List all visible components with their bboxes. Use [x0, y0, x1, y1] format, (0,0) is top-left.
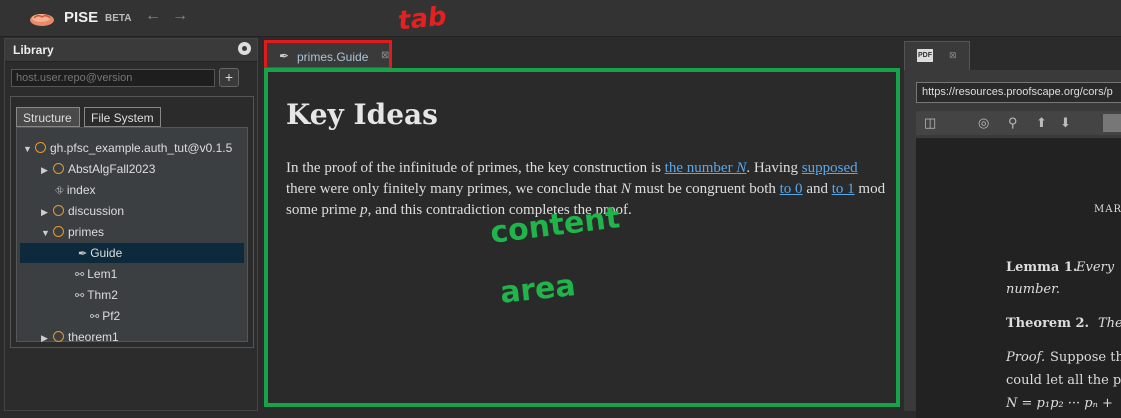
module-circle-icon	[53, 226, 64, 237]
text-segment: . Having	[746, 160, 802, 176]
pdf-tab-bar: PDF ⊠	[904, 38, 1121, 70]
math-var: p	[360, 202, 368, 218]
link-text: the number	[664, 160, 737, 176]
tree-item-discussion[interactable]: ▶ discussion	[41, 201, 124, 221]
pdf-theorem-text: The	[1098, 316, 1121, 331]
back-arrow-icon[interactable]: ←	[145, 7, 161, 25]
pdf-lemma-text-2: number.	[1006, 282, 1061, 297]
tree-item-label: AbstAlgFall2023	[68, 162, 156, 176]
tree-item-primes[interactable]: ▼ primes	[41, 222, 104, 242]
module-circle-icon	[53, 205, 64, 216]
tree-item-index[interactable]: ⛗ index	[55, 180, 96, 200]
tree-item-label: Thm2	[87, 288, 118, 302]
add-repo-button[interactable]: +	[219, 68, 239, 87]
deduction-icon: ⚯	[75, 290, 85, 302]
tree-item-pf2[interactable]: ⚯ Pf2	[90, 306, 120, 326]
module-circle-icon	[53, 331, 64, 342]
repo-input[interactable]	[11, 69, 215, 87]
module-circle-icon	[53, 163, 64, 174]
close-icon[interactable]: ⊠	[949, 50, 957, 61]
text-segment: there were only finitely many primes, we…	[286, 181, 621, 197]
pdf-theorem-label: Theorem 2.	[1006, 316, 1090, 331]
tree-item-theorem1[interactable]: ▶ theorem1	[41, 327, 119, 347]
chevron-down-icon[interactable]: ▼	[23, 139, 35, 159]
text-segment: and	[802, 181, 832, 197]
pdf-panel: PDF ⊠ https://resources.proofscape.org/c…	[904, 38, 1121, 418]
tree-item-label: index	[66, 183, 96, 197]
text-segment: In the proof of the infinitude of primes…	[286, 160, 665, 176]
library-header: Library	[5, 39, 257, 62]
annotation-tab: tab	[396, 1, 449, 37]
search-icon[interactable]: ⚲	[1008, 115, 1018, 131]
structure-tree: ▼ gh.pfsc_example.auth_tut@v0.1.5 ▶ AbstAl…	[16, 127, 248, 344]
chevron-down-icon[interactable]: ▼	[41, 223, 53, 243]
tab-primes-guide[interactable]: ✒ primes.Guide ⊠	[264, 40, 392, 70]
next-page-icon[interactable]: ⬇	[1060, 115, 1071, 131]
close-icon[interactable]: ⊠	[381, 50, 389, 61]
sidebar-toggle-icon[interactable]: ◫	[924, 115, 936, 131]
pdf-toolbar: ◫ ◎ ⚲ ⬆ ⬇	[916, 111, 1121, 135]
tab-structure[interactable]: Structure	[16, 107, 80, 127]
pdf-url-input[interactable]: https://resources.proofscape.org/cors/p	[916, 82, 1121, 103]
chevron-right-icon[interactable]: ▶	[41, 202, 53, 222]
pdf-proof-text-2: could let all the p	[1006, 373, 1121, 388]
pdf-proof-label: Proof.	[1006, 350, 1046, 365]
tab-label: primes.Guide	[297, 50, 369, 64]
structure-container: Structure File System ▼ gh.pfsc_example.a…	[10, 96, 254, 348]
tree-item-label: Guide	[90, 246, 123, 260]
link-the-number-n[interactable]: the number N	[665, 160, 747, 176]
link-supposed[interactable]: supposed	[802, 160, 858, 176]
pise-logo-icon	[30, 14, 54, 26]
beta-badge: BETA	[105, 13, 132, 24]
chevron-right-icon[interactable]: ▶	[41, 328, 53, 348]
tree-item-guide[interactable]: ✒ Guide	[20, 243, 244, 263]
gear-icon[interactable]	[238, 42, 251, 55]
tree-item-abstalgfall2023[interactable]: ▶ AbstAlgFall2023	[41, 159, 155, 179]
top-bar: PISE BETA ← →	[0, 0, 1121, 37]
math-var: N	[736, 160, 747, 176]
pdf-proof-text-3: N = p₁p₂ ··· pₙ +	[1006, 396, 1113, 411]
page-number-input[interactable]	[1103, 114, 1121, 132]
pdf-page: MAR Lemma 1. Every number. Theorem 2. Th…	[916, 138, 1121, 418]
link-to-0[interactable]: to 0	[780, 181, 803, 197]
deduction-icon: ⚯	[90, 311, 100, 323]
pen-icon: ✒	[78, 248, 88, 260]
library-title: Library	[13, 43, 54, 57]
pdf-header: MAR	[1094, 204, 1121, 215]
module-circle-icon	[35, 142, 46, 153]
tree-item-lem1[interactable]: ⚯ Lem1	[75, 264, 117, 284]
tab-file-system[interactable]: File System	[84, 107, 161, 127]
chevron-right-icon[interactable]: ▶	[41, 160, 53, 180]
previous-page-icon[interactable]: ⬆	[1036, 115, 1047, 131]
pdf-icon: PDF	[917, 49, 933, 62]
annotation-icon: ⛗	[55, 185, 64, 197]
deduction-icon: ⚯	[75, 269, 85, 281]
tree-item-repo[interactable]: ▼ gh.pfsc_example.auth_tut@v0.1.5	[23, 138, 232, 158]
tree-item-label: primes	[68, 225, 105, 239]
pen-icon: ✒	[279, 49, 290, 63]
forward-arrow-icon[interactable]: →	[172, 7, 188, 25]
math-var: N	[620, 181, 631, 197]
tree-item-label: Lem1	[87, 267, 118, 281]
pdf-lemma-label: Lemma 1.	[1006, 260, 1078, 275]
link-to-1[interactable]: to 1	[832, 181, 855, 197]
fingerprint-icon[interactable]: ◎	[978, 115, 989, 131]
app-name: PISE	[64, 9, 99, 26]
tree-item-label: gh.pfsc_example.auth_tut@v0.1.5	[50, 141, 233, 155]
tree-item-label: theorem1	[68, 330, 119, 344]
library-panel: Library + Structure File System ▼ gh.pfsc…	[4, 38, 258, 411]
tree-item-label: Pf2	[102, 309, 121, 323]
text-segment: must be congruent both	[630, 181, 780, 197]
tree-item-label: discussion	[68, 204, 125, 218]
page-title: Key Ideas	[286, 98, 438, 131]
pdf-lemma-text: Every	[1076, 260, 1115, 275]
tree-item-thm2[interactable]: ⚯ Thm2	[75, 285, 118, 305]
tab-pdf[interactable]: PDF ⊠	[904, 41, 970, 70]
pdf-proof-text: Suppose th	[1050, 350, 1121, 365]
